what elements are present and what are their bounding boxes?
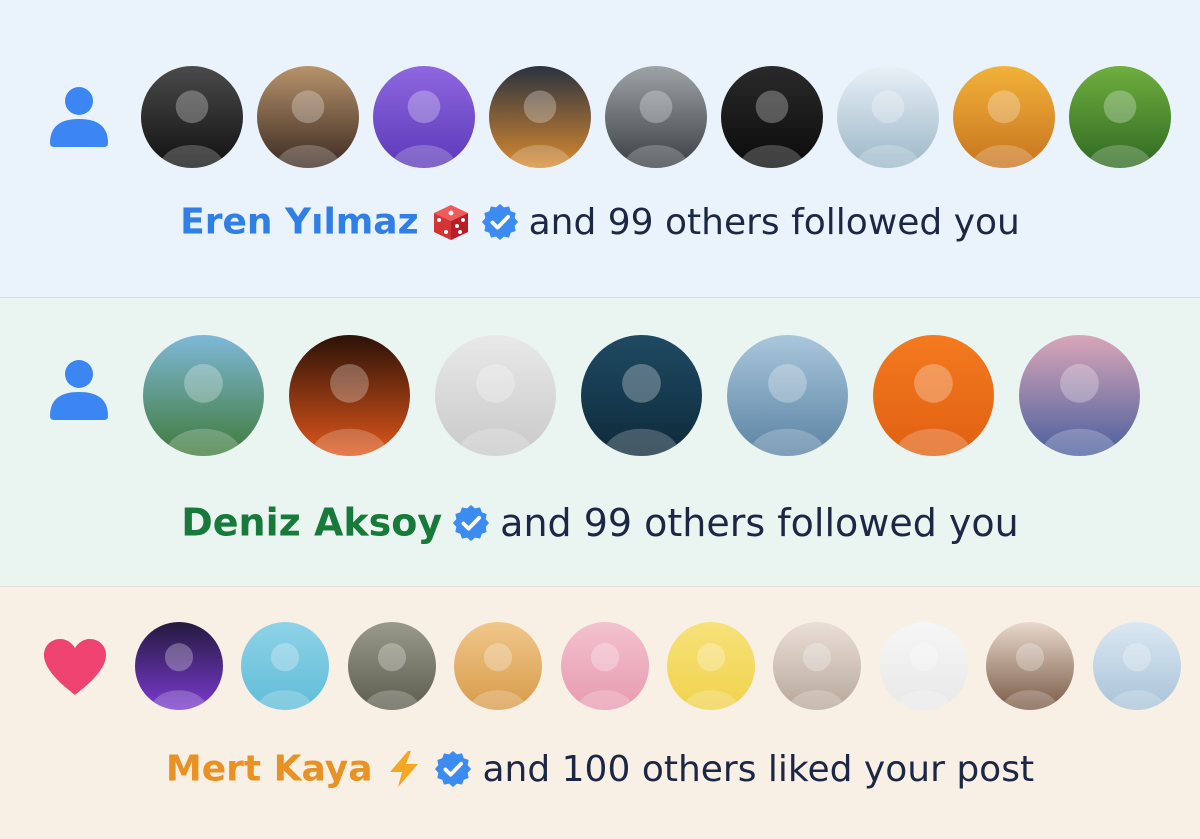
rocket-launch-avatar[interactable] xyxy=(489,66,591,168)
user-name-link[interactable]: Eren Yılmaz xyxy=(180,202,418,243)
person-icon xyxy=(48,85,110,147)
dice-icon xyxy=(431,202,471,242)
white-dog-avatar[interactable] xyxy=(348,622,436,710)
notification-text: Eren Yılmaz and 99 others followed you xyxy=(0,200,1200,243)
smiling-man-avatar[interactable] xyxy=(581,335,702,456)
notification-row[interactable]: Deniz Aksoy and 99 others followed you xyxy=(0,298,1200,587)
verified-badge-icon xyxy=(434,750,472,788)
cowboy-avatar[interactable] xyxy=(727,335,848,456)
man-with-flames-avatar[interactable] xyxy=(289,335,410,456)
notification-message: and 99 others followed you xyxy=(500,500,1019,545)
dark-knight-avatar[interactable] xyxy=(605,66,707,168)
pirate-cat-avatar[interactable] xyxy=(873,335,994,456)
user-name-link[interactable]: Mert Kaya xyxy=(166,749,373,790)
heart-icon xyxy=(42,634,108,700)
pink-bunny-avatar[interactable] xyxy=(880,622,968,710)
man-with-bitcoin-cap-avatar[interactable] xyxy=(721,66,823,168)
cartoon-monkey-avatar[interactable] xyxy=(435,335,556,456)
man-at-window-avatar[interactable] xyxy=(837,66,939,168)
purple-robot-avatar[interactable] xyxy=(373,66,475,168)
notification-text: Deniz Aksoy and 99 others followed you xyxy=(0,498,1200,545)
wizard-avatar[interactable] xyxy=(135,622,223,710)
verified-badge-icon xyxy=(481,203,519,241)
young-woman-avatar[interactable] xyxy=(986,622,1074,710)
man-in-fedora-avatar[interactable] xyxy=(141,66,243,168)
man-with-yellow-hat-avatar[interactable] xyxy=(143,335,264,456)
person-icon xyxy=(48,358,110,420)
notification-text: Mert Kaya and 100 others liked your post xyxy=(0,747,1200,790)
pixel-punk-avatar[interactable] xyxy=(667,622,755,710)
woman-with-sunglasses-avatar[interactable] xyxy=(257,66,359,168)
sailboat-avatar[interactable] xyxy=(1019,335,1140,456)
notification-row[interactable]: Mert Kaya and 100 others liked your post xyxy=(0,587,1200,839)
cat-with-sunglasses-avatar[interactable] xyxy=(454,622,542,710)
woman-in-white-avatar[interactable] xyxy=(773,622,861,710)
notification-row[interactable]: Eren Yılmaz and 99 others followed you xyxy=(0,0,1200,298)
blue-hair-man-avatar[interactable] xyxy=(1093,622,1181,710)
anime-boy-avatar[interactable] xyxy=(953,66,1055,168)
notification-message: and 100 others liked your post xyxy=(482,748,1035,790)
user-name-link[interactable]: Deniz Aksoy xyxy=(181,501,442,545)
cartoon-boy-avatar[interactable] xyxy=(561,622,649,710)
green-leaf-avatar[interactable] xyxy=(1069,66,1171,168)
bandaged-rabbit-avatar[interactable] xyxy=(241,622,329,710)
notification-message: and 99 others followed you xyxy=(528,201,1020,243)
verified-badge-icon xyxy=(452,504,490,542)
lightning-icon xyxy=(384,749,424,789)
